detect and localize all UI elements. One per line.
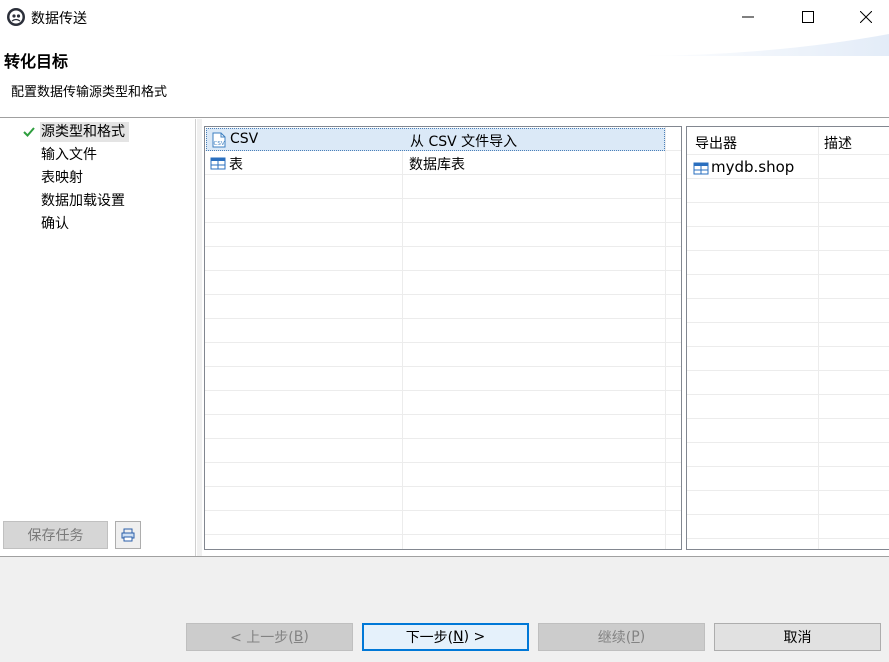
step-input-file[interactable]: 输入文件 (40, 145, 101, 165)
grid-row (205, 271, 681, 295)
grid-row (687, 419, 889, 443)
grid-row (205, 463, 681, 487)
continue-button-label-tail: ) (639, 629, 646, 645)
app-logo-icon (7, 8, 25, 26)
grid-row (205, 487, 681, 511)
source-name: CSV (230, 131, 259, 147)
table-icon (693, 162, 709, 175)
grid-row (205, 367, 681, 391)
grid-row (205, 223, 681, 247)
grid-row (205, 415, 681, 439)
grid-row (687, 179, 889, 203)
maximize-icon (802, 11, 814, 23)
grid-row (687, 203, 889, 227)
source-name: 表 (229, 157, 243, 173)
grid-row (205, 343, 681, 367)
continue-button-label: 继续( (597, 630, 632, 646)
exporter-name: mydb.shop (711, 158, 795, 176)
grid-row (687, 347, 889, 371)
step-source-type[interactable]: 源类型和格式 (40, 122, 129, 142)
exporter-row-mydb-shop[interactable]: mydb.shop (691, 157, 871, 179)
grid-row (687, 371, 889, 395)
exporter-table: 导出器 描述 mydb.shop (686, 126, 889, 550)
next-button-label: 下一步( (405, 630, 454, 646)
grid-row (687, 251, 889, 275)
minimize-icon (742, 16, 754, 18)
grid-row (205, 295, 681, 319)
close-button[interactable] (843, 0, 889, 34)
table-icon (210, 157, 226, 170)
next-button-label-tail: ) > (463, 629, 486, 645)
title-bar: 数据传送 (0, 0, 889, 34)
next-button[interactable]: 下一步(N) > (362, 623, 529, 651)
wizard-content: 源类型和格式 输入文件 表映射 数据加载设置 确认 保存任务 CSV CSV 从… (0, 119, 889, 556)
cancel-button[interactable]: 取消 (714, 623, 881, 651)
grid-row (687, 395, 889, 419)
csv-file-icon: CSV (212, 132, 226, 148)
svg-text:CSV: CSV (214, 141, 225, 147)
tool-button[interactable] (115, 521, 141, 549)
close-icon (860, 11, 872, 23)
grid-row (687, 299, 889, 323)
grid-row (205, 175, 681, 199)
grid-row (205, 247, 681, 271)
previous-button-label-tail: ) (303, 629, 309, 645)
source-description: 从 CSV 文件导入 (410, 134, 518, 150)
source-row-csv[interactable]: CSV CSV 从 CSV 文件导入 (206, 128, 665, 151)
source-row-table[interactable]: 表 数据库表 (206, 152, 665, 175)
source-description: 数据库表 (409, 157, 465, 173)
source-type-table: CSV CSV 从 CSV 文件导入 表 数据库表 (204, 126, 682, 550)
grid-row (687, 491, 889, 515)
grid-row (205, 511, 681, 535)
steps-panel: 源类型和格式 输入文件 表映射 数据加载设置 确认 保存任务 (0, 119, 196, 556)
save-task-button[interactable]: 保存任务 (3, 521, 108, 549)
grid-row (687, 323, 889, 347)
column-header-description[interactable]: 描述 (824, 133, 852, 153)
wizard-description: 配置数据传输源类型和格式 (11, 85, 168, 100)
grid-row (687, 515, 889, 539)
grid-row (205, 319, 681, 343)
grid-row (205, 199, 681, 223)
previous-button[interactable]: < 上一步(B) (186, 623, 353, 651)
window-title: 数据传送 (31, 11, 87, 27)
grid-row (205, 391, 681, 415)
exporter-table-header: 导出器 描述 (687, 127, 889, 155)
continue-button[interactable]: 继续(P) (538, 623, 705, 651)
wizard-footer: < 上一步(B) 下一步(N) > 继续(P) 取消 (0, 556, 889, 662)
header-decoration (629, 34, 889, 56)
grid-row (687, 443, 889, 467)
column-header-exporter[interactable]: 导出器 (695, 133, 737, 153)
grid-row (687, 467, 889, 491)
wizard-header: 转化目标 配置数据传输源类型和格式 (0, 34, 889, 118)
step-table-mapping[interactable]: 表映射 (40, 168, 87, 188)
grid-row (687, 227, 889, 251)
step-load-settings[interactable]: 数据加载设置 (40, 191, 129, 211)
grid-row (687, 275, 889, 299)
wizard-title: 转化目标 (4, 52, 69, 71)
next-button-mnemonic: N (453, 629, 464, 645)
check-icon (23, 127, 35, 137)
step-confirm[interactable]: 确认 (40, 214, 73, 234)
grid-row (205, 439, 681, 463)
previous-button-mnemonic: B (293, 629, 304, 645)
panel-splitter[interactable] (197, 119, 202, 556)
continue-button-mnemonic: P (631, 629, 640, 645)
minimize-button[interactable] (725, 0, 771, 34)
maximize-button[interactable] (785, 0, 831, 34)
print-tool-icon (121, 528, 135, 542)
previous-button-label: < 上一步( (230, 630, 294, 646)
